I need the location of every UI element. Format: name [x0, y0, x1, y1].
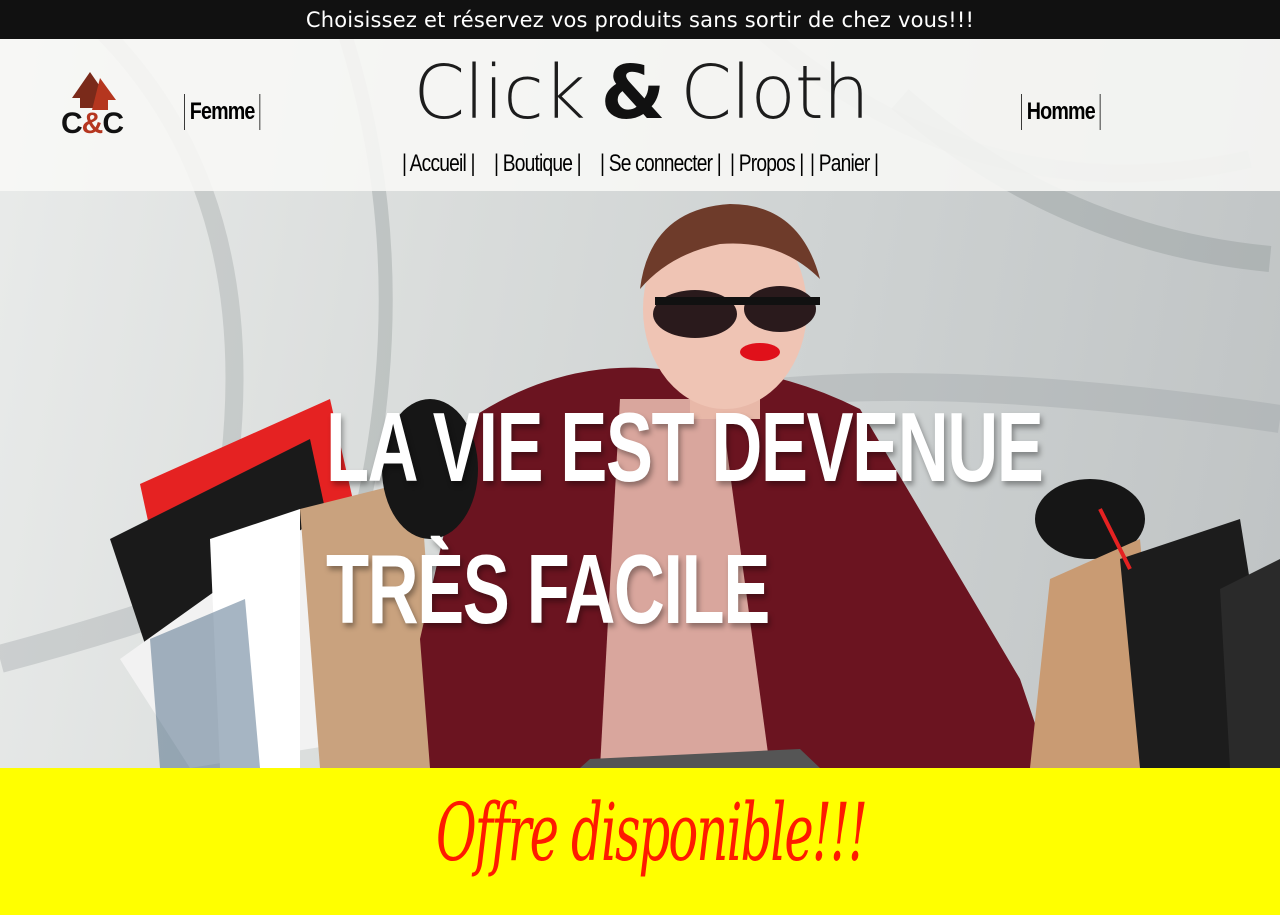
- nav-propos[interactable]: | Propos |: [730, 150, 804, 178]
- announcement-text: Choisissez et réservez vos produits sans…: [305, 7, 975, 32]
- nav-femme-link[interactable]: Femme: [184, 94, 261, 130]
- nav-panier[interactable]: | Panier |: [810, 150, 879, 178]
- nav-homme-link[interactable]: Homme: [1021, 94, 1101, 130]
- brand-word-cloth: Cloth: [680, 50, 869, 136]
- brand-title: Click & Cloth: [413, 50, 869, 136]
- hero-headline-line2: TRÈS FACILE: [326, 534, 770, 644]
- logo-ampersand: &: [81, 107, 104, 140]
- logo-letter-right: C: [102, 107, 124, 140]
- nav-boutique[interactable]: | Boutique |: [494, 150, 582, 178]
- nav-homme-label: Homme: [1026, 98, 1096, 125]
- hero-headline: LA VIE EST DEVENUE TRÈS FACILE: [326, 376, 1044, 660]
- announcement-bar: Choisissez et réservez vos produits sans…: [0, 0, 1280, 39]
- nav-accueil[interactable]: | Accueil |: [402, 150, 475, 178]
- brand-word-click: Click: [413, 50, 585, 136]
- logo-letter-left: C: [61, 107, 83, 140]
- hero-headline-line1: LA VIE EST DEVENUE: [326, 392, 1044, 502]
- nav-se-connecter[interactable]: | Se connecter |: [600, 150, 722, 178]
- nav-femme-label: Femme: [189, 98, 256, 125]
- offer-text[interactable]: Offre disponible!!!: [436, 786, 868, 879]
- site-logo[interactable]: C&C: [61, 107, 124, 141]
- brand-ampersand: &: [600, 50, 666, 136]
